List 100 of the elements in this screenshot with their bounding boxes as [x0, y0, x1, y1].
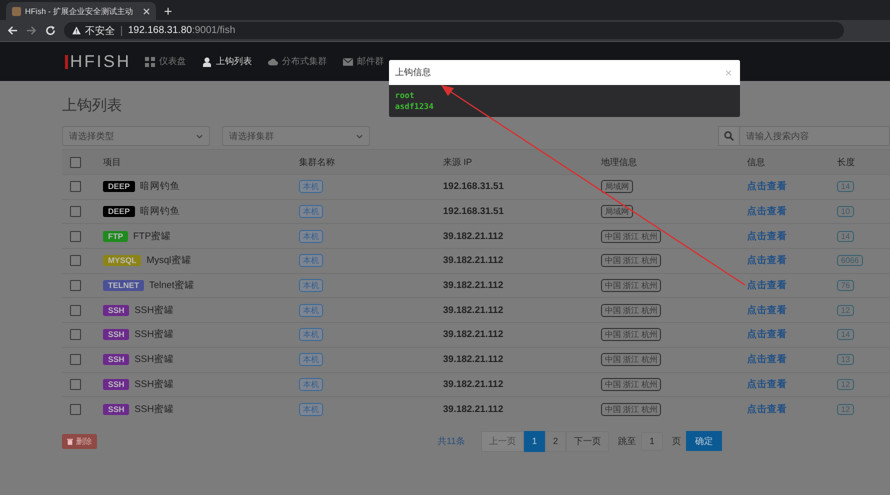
forward-icon[interactable] [26, 25, 37, 36]
chevron-icon [356, 134, 363, 138]
back-icon[interactable] [7, 25, 18, 36]
type-tag: SSH [103, 329, 130, 340]
page-unit: 页 [672, 434, 681, 448]
type-tag: FTP [103, 230, 128, 242]
type-tag: SSH [103, 354, 130, 366]
cluster-tag: 本机 [299, 353, 323, 366]
address-bar[interactable]: 不安全 192.168.31.80:9001/fish [64, 22, 844, 39]
view-link[interactable]: 点击查看 [747, 328, 787, 342]
nav-item[interactable]: 分布式集群 [268, 55, 327, 68]
geo-tag: 中国 浙江 杭州 [601, 304, 662, 317]
row-checkbox[interactable] [70, 404, 81, 415]
cluster-tag: 本机 [299, 304, 323, 317]
geo-tag: 中国 浙江 杭州 [601, 230, 662, 243]
row-checkbox[interactable] [70, 280, 81, 292]
cluster-tag: 本机 [299, 279, 323, 292]
page-button[interactable]: 1 [524, 430, 545, 452]
item-name: Mysql蜜罐 [146, 254, 192, 268]
filter-select[interactable]: 请选择类型 [62, 126, 210, 146]
source-ip: 39.182.21.112 [443, 280, 504, 292]
column-header: 长度 [837, 156, 856, 168]
view-link[interactable]: 点击查看 [747, 378, 787, 391]
page-button[interactable]: 2 [545, 430, 566, 452]
search-icon [724, 131, 734, 141]
source-ip: 192.168.31.51 [443, 206, 504, 218]
jump-label: 跳至 [618, 434, 636, 448]
length-tag: 12 [837, 378, 854, 390]
nav-item[interactable]: 邮件群 [343, 55, 384, 68]
source-ip: 39.182.21.112 [443, 255, 504, 266]
column-header: 项目 [103, 156, 122, 168]
source-ip: 39.182.21.112 [443, 354, 504, 366]
row-checkbox[interactable] [70, 255, 81, 266]
source-ip: 39.182.21.112 [443, 230, 504, 242]
nav-item[interactable]: 上钩列表 [202, 55, 252, 68]
new-tab-button[interactable]: + [164, 2, 172, 20]
mail-icon [343, 56, 353, 66]
row-checkbox[interactable] [70, 206, 81, 218]
geo-tag: 中国 浙江 杭州 [601, 328, 662, 342]
length-tag: 12 [837, 404, 854, 415]
geo-tag: 局域网 [601, 180, 633, 194]
item-name: SSH蜜罐 [134, 402, 174, 416]
filter-select[interactable]: 请选择集群 [222, 126, 370, 146]
view-link[interactable]: 点击查看 [747, 304, 787, 317]
view-link[interactable]: 点击查看 [747, 180, 787, 194]
source-ip: 39.182.21.112 [443, 378, 504, 390]
total-count: 共11条 [438, 434, 465, 448]
page-title: 上钩列表 [62, 96, 122, 116]
row-checkbox[interactable] [70, 354, 81, 366]
view-link[interactable]: 点击查看 [747, 279, 787, 292]
source-ip: 39.182.21.112 [443, 404, 504, 415]
reload-icon[interactable] [45, 25, 56, 36]
type-tag: SSH [103, 378, 130, 390]
type-tag: DEEP [103, 181, 135, 192]
row-checkbox[interactable] [70, 181, 81, 192]
search-field[interactable]: 请输入搜索内容 [740, 126, 890, 146]
delete-button[interactable]: 删除 [62, 434, 97, 449]
row-checkbox[interactable] [70, 378, 81, 390]
length-tag: 14 [837, 181, 854, 192]
row-checkbox[interactable] [70, 304, 81, 316]
view-link[interactable]: 点击查看 [747, 230, 787, 243]
geo-tag: 中国 浙江 杭州 [601, 279, 662, 292]
geo-tag: 中国 浙江 杭州 [601, 378, 662, 391]
view-link[interactable]: 点击查看 [747, 254, 787, 268]
type-tag: TELNET [103, 280, 144, 292]
view-link[interactable]: 点击查看 [747, 353, 787, 366]
warning-icon [72, 26, 81, 35]
view-link[interactable]: 点击查看 [747, 402, 787, 416]
logo[interactable]: HFISH [65, 54, 131, 68]
length-tag: 14 [837, 230, 854, 242]
geo-tag: 局域网 [601, 205, 633, 218]
browser-tab[interactable]: HFish - 扩展企业安全测试主动 [6, 2, 156, 20]
select-all-checkbox[interactable] [70, 156, 81, 168]
source-ip: 39.182.21.112 [443, 304, 504, 316]
cluster-tag: 本机 [299, 205, 323, 218]
length-tag: 76 [837, 280, 854, 292]
type-tag: SSH [103, 404, 130, 415]
item-name: SSH蜜罐 [134, 353, 174, 366]
close-icon[interactable] [143, 8, 150, 14]
search-button[interactable] [718, 126, 740, 146]
credential-text: asdf1234 [395, 101, 435, 112]
item-name: 暗网钓鱼 [140, 180, 180, 194]
dashboard-icon [145, 56, 155, 66]
row-checkbox[interactable] [70, 329, 81, 340]
geo-tag: 中国 浙江 杭州 [601, 402, 662, 416]
user-icon [202, 56, 212, 66]
cluster-tag: 本机 [299, 402, 323, 416]
page-input[interactable]: 1 [641, 432, 663, 451]
close-button[interactable]: × [724, 66, 732, 80]
cluster-tag: 本机 [299, 328, 323, 342]
geo-tag: 中国 浙江 杭州 [601, 353, 662, 366]
confirm-button[interactable]: 确定 [686, 431, 722, 452]
next-page-button[interactable]: 下一页 [566, 430, 609, 452]
nav-item[interactable]: 仪表盘 [145, 55, 186, 68]
cluster-tag: 本机 [299, 180, 323, 194]
row-checkbox[interactable] [70, 230, 81, 242]
view-link[interactable]: 点击查看 [747, 205, 787, 218]
length-tag: 12 [837, 304, 854, 316]
type-tag: MYSQL [103, 255, 142, 266]
source-ip: 39.182.21.112 [443, 329, 504, 340]
